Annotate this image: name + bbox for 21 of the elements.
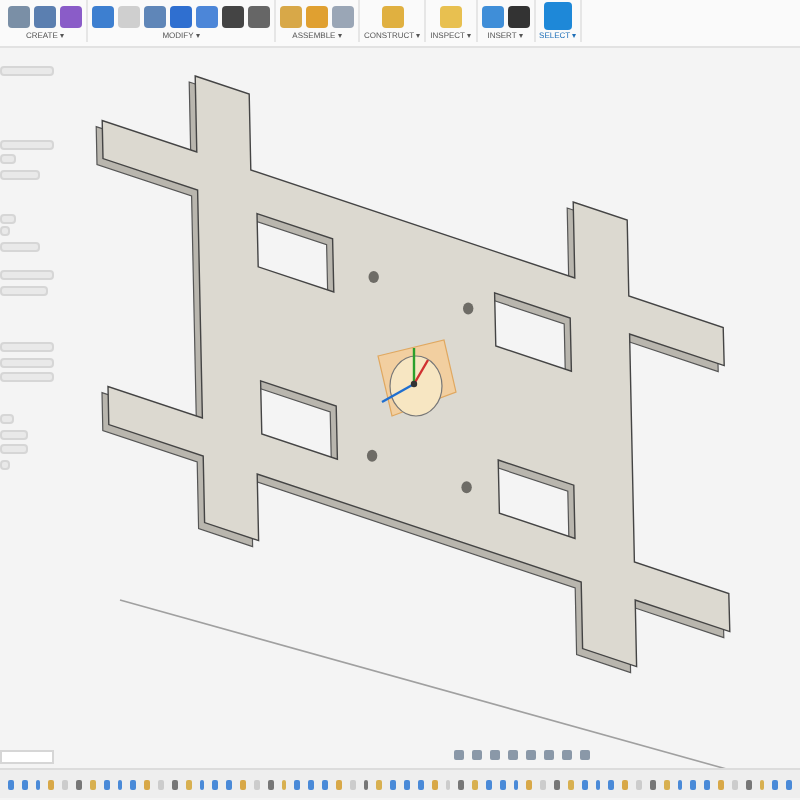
browser-item[interactable] [0, 270, 54, 280]
browser-item[interactable] [0, 140, 54, 150]
browser-item[interactable] [0, 372, 54, 382]
comments-panel[interactable] [0, 750, 54, 764]
browser-item[interactable] [0, 460, 10, 470]
bolt-hole [461, 481, 472, 494]
browser-item[interactable] [0, 154, 16, 164]
browser-item[interactable] [0, 286, 48, 296]
center-hole-drawing [377, 339, 457, 417]
browser-item[interactable] [0, 430, 28, 440]
browser-item[interactable] [0, 66, 54, 76]
bolt-hole [463, 302, 474, 315]
axis-triad[interactable] [381, 348, 430, 404]
browser-item[interactable] [0, 170, 40, 180]
browser-item[interactable] [0, 242, 40, 252]
browser-item[interactable] [0, 444, 28, 454]
browser-item[interactable] [0, 342, 54, 352]
browser-item[interactable] [0, 414, 14, 424]
bolt-hole [366, 449, 378, 462]
browser-item[interactable] [0, 358, 54, 368]
bolt-hole [368, 271, 379, 283]
